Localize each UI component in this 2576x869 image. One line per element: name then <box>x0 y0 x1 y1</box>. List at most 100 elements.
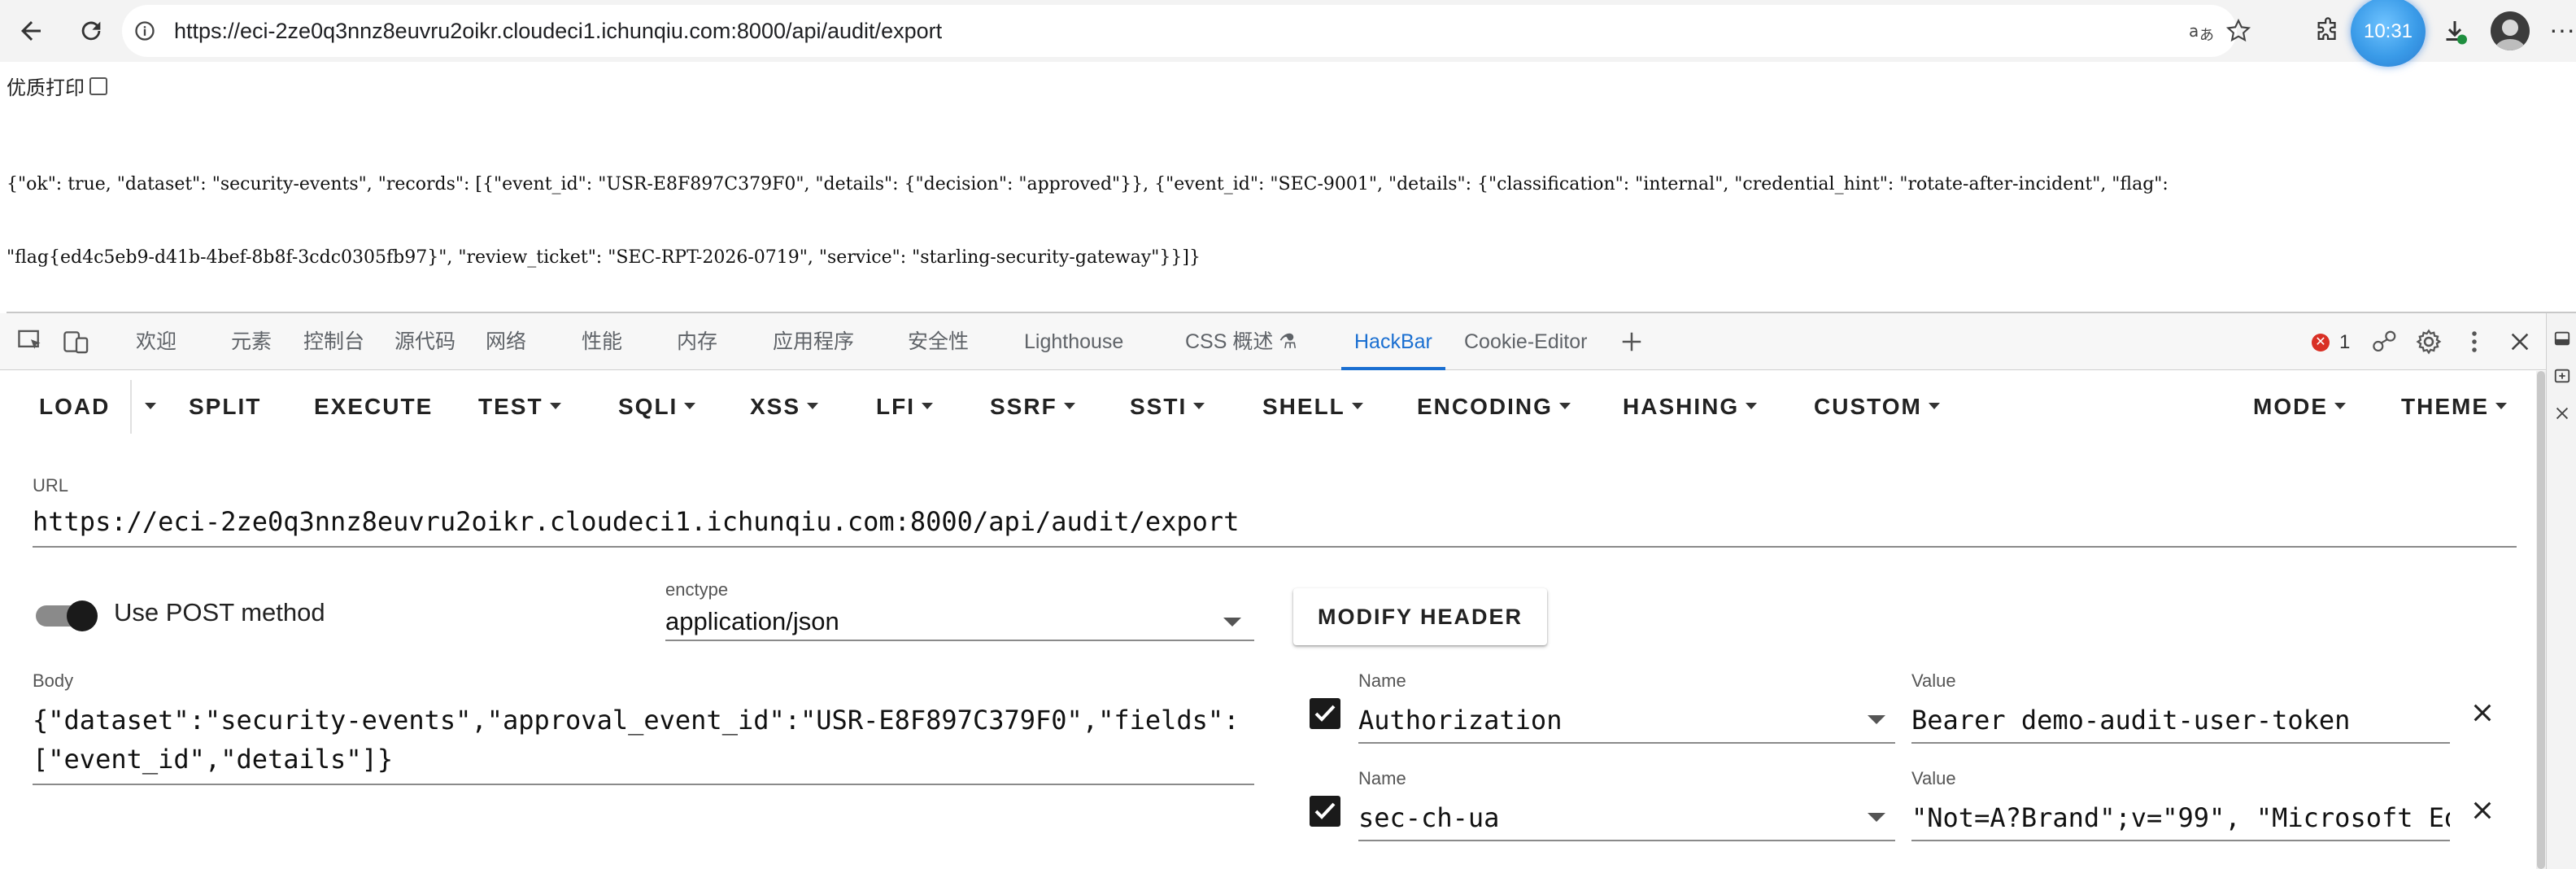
error-counter[interactable]: ✕ 1 <box>2312 331 2350 354</box>
url-input[interactable]: https://eci-2ze0q3nnz8euvru2oikr.cloudec… <box>33 506 1239 537</box>
header-name-label: Name <box>1358 768 1406 788</box>
print-label: 优质打印 <box>7 77 85 99</box>
tab-lighthouse[interactable]: Lighthouse <box>1024 313 1123 370</box>
sqli-menu[interactable]: SQLI <box>618 371 696 443</box>
sidebar-dock-icon[interactable] <box>2553 367 2571 389</box>
sqli-label: SQLI <box>618 394 678 419</box>
custom-label: CUSTOM <box>1814 394 1922 419</box>
xss-menu[interactable]: XSS <box>750 371 819 443</box>
execute-button[interactable]: EXECUTE <box>314 371 433 443</box>
chevron-down-icon[interactable] <box>1223 618 1241 627</box>
chevron-down-icon <box>807 402 819 409</box>
tab-welcome[interactable]: 欢迎 <box>136 313 177 370</box>
theme-label: THEME <box>2401 394 2489 419</box>
add-tab-icon[interactable] <box>1615 328 1648 356</box>
favorite-star-icon[interactable] <box>2224 16 2253 46</box>
tab-network[interactable]: 网络 <box>486 313 526 370</box>
header-value-input[interactable]: Bearer demo-audit-user-token <box>1911 705 2450 736</box>
site-info-icon[interactable] <box>133 20 156 46</box>
mode-menu[interactable]: MODE <box>2253 371 2346 443</box>
checkmark-icon <box>1314 705 1336 722</box>
enctype-underline <box>665 640 1254 641</box>
remove-header-icon[interactable] <box>2468 698 2497 727</box>
chevron-down-icon <box>549 402 561 409</box>
load-dropdown-button[interactable] <box>138 371 156 443</box>
print-option: 优质打印 <box>7 72 107 100</box>
checkmark-icon <box>1314 802 1336 819</box>
ssrf-menu[interactable]: SSRF <box>990 371 1075 443</box>
test-menu[interactable]: TEST <box>478 371 561 443</box>
encoding-menu[interactable]: ENCODING <box>1417 371 1571 443</box>
tab-performance[interactable]: 性能 <box>582 313 622 370</box>
scrollbar-thumb[interactable] <box>2537 371 2545 869</box>
header-name-underline <box>1358 840 1895 841</box>
inspect-element-icon[interactable] <box>15 328 47 356</box>
header-name-underline <box>1358 742 1895 744</box>
chevron-down-icon[interactable] <box>1868 715 1885 724</box>
tab-sources[interactable]: 源代码 <box>394 313 455 370</box>
header-value-label: Value <box>1911 768 1956 788</box>
back-button[interactable] <box>8 8 54 54</box>
shell-label: SHELL <box>1262 394 1345 419</box>
header-enable-checkbox[interactable] <box>1310 796 1340 827</box>
address-bar[interactable]: https://eci-2ze0q3nnz8euvru2oikr.cloudec… <box>122 5 2251 57</box>
remove-header-icon[interactable] <box>2468 796 2497 825</box>
test-label: TEST <box>478 394 543 419</box>
body-line[interactable]: ["event_id","details"]} <box>33 744 393 775</box>
header-enable-checkbox[interactable] <box>1310 698 1340 729</box>
custom-menu[interactable]: CUSTOM <box>1814 371 1940 443</box>
tab-console[interactable]: 控制台 <box>303 313 364 370</box>
load-button[interactable]: LOAD <box>39 371 110 443</box>
lfi-menu[interactable]: LFI <box>876 371 933 443</box>
enctype-select[interactable]: application/json <box>665 607 839 636</box>
theme-menu[interactable]: THEME <box>2401 371 2507 443</box>
post-method-toggle[interactable] <box>36 600 98 631</box>
hashing-label: HASHING <box>1623 394 1740 419</box>
chevron-down-icon <box>2334 402 2346 409</box>
address-url[interactable]: https://eci-2ze0q3nnz8euvru2oikr.cloudec… <box>174 5 942 57</box>
chevron-down-icon[interactable] <box>1868 813 1885 822</box>
body-line[interactable]: {"dataset":"security-events","approval_e… <box>33 705 1239 736</box>
tab-cookie-editor[interactable]: Cookie-Editor <box>1464 313 1587 370</box>
header-value-input[interactable]: "Not=A?Brand";v="99", "Microsoft Edge";v… <box>1911 802 2450 833</box>
tab-elements[interactable]: 元素 <box>231 313 272 370</box>
close-devtools-icon[interactable] <box>2504 328 2536 356</box>
response-line: {"ok": true, "dataset": "security-events… <box>7 174 2168 194</box>
split-button[interactable]: SPLIT <box>189 371 261 443</box>
reload-icon <box>81 21 101 41</box>
tab-css-overview[interactable]: CSS 概述 ⚗ <box>1185 313 1297 370</box>
load-label: LOAD <box>39 394 111 419</box>
json-response: {"ok": true, "dataset": "security-events… <box>7 124 2573 295</box>
hashing-menu[interactable]: HASHING <box>1623 371 1758 443</box>
tab-security[interactable]: 安全性 <box>908 313 969 370</box>
header-name-input[interactable]: sec-ch-ua <box>1358 802 1846 833</box>
header-value-underline <box>1911 840 2450 841</box>
downloads-button[interactable] <box>2432 8 2478 54</box>
shell-menu[interactable]: SHELL <box>1262 371 1363 443</box>
tab-memory[interactable]: 内存 <box>677 313 717 370</box>
connect-icon[interactable] <box>2369 328 2401 356</box>
more-options-icon[interactable] <box>2458 328 2491 356</box>
translate-icon[interactable]: aあ <box>2188 16 2217 46</box>
clock-widget: 10:31 <box>2351 0 2426 67</box>
tab-application[interactable]: 应用程序 <box>773 313 854 370</box>
modify-header-button[interactable]: MODIFY HEADER <box>1293 588 1547 645</box>
ssrf-label: SSRF <box>990 394 1057 419</box>
sidebar-panel-icon[interactable] <box>2553 330 2571 352</box>
ssti-menu[interactable]: SSTI <box>1130 371 1205 443</box>
sidebar-close-icon[interactable] <box>2553 404 2571 426</box>
settings-gear-icon[interactable] <box>2413 328 2445 356</box>
browser-sidebar-strip <box>2546 313 2576 869</box>
response-line: "flag{ed4c5eb9-d41b-4bef-8b8f-3cdc0305fb… <box>7 247 1201 268</box>
tab-hackbar[interactable]: HackBar <box>1341 313 1445 370</box>
chevron-down-icon <box>1351 402 1363 409</box>
header-name-input[interactable]: Authorization <box>1358 705 1846 736</box>
browser-menu-icon[interactable]: ··· <box>2549 15 2575 45</box>
hackbar-scrollbar[interactable] <box>2536 371 2546 869</box>
profile-avatar[interactable] <box>2491 11 2530 50</box>
header-value-underline <box>1911 742 2450 744</box>
reload-button[interactable] <box>68 8 114 54</box>
print-checkbox[interactable] <box>89 76 107 95</box>
device-toolbar-icon[interactable] <box>60 328 93 356</box>
extensions-button[interactable] <box>2305 8 2351 54</box>
